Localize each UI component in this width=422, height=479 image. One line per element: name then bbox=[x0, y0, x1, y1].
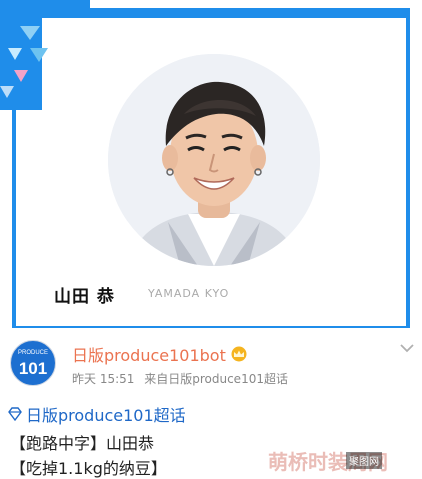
topic-link[interactable]: 日版produce101超话 bbox=[8, 402, 186, 426]
profile-photo bbox=[108, 54, 320, 266]
post-meta: 昨天 15:51 来自日版produce101超话 bbox=[72, 370, 294, 387]
profile-romaji-name: YAMADA KYO bbox=[148, 287, 230, 300]
crown-badge-icon bbox=[231, 346, 247, 362]
avatar-logo-text: PRODUCE bbox=[17, 350, 48, 356]
user-avatar[interactable]: PRODUCE 101 bbox=[10, 340, 56, 386]
post-text-line: 【吃掉1.1kg的纳豆】 bbox=[10, 459, 167, 478]
chevron-down-icon[interactable] bbox=[399, 342, 415, 354]
profile-name: 山田 恭 bbox=[54, 287, 115, 307]
person-portrait-icon bbox=[108, 54, 320, 266]
username-link[interactable]: 日版produce101bot bbox=[72, 342, 248, 366]
post-time: 昨天 15:51 bbox=[72, 372, 135, 386]
post-text-line: 【跑路中字】山田恭 bbox=[10, 434, 155, 453]
watermark-badge: 聚图网 bbox=[346, 452, 382, 469]
diamond-icon bbox=[8, 407, 22, 421]
topic-text: 日版produce101超话 bbox=[26, 406, 186, 425]
profile-card: 山田 恭 YAMADA KYO bbox=[0, 0, 422, 328]
triangle-pattern-decoration bbox=[0, 0, 90, 110]
username-text: 日版produce101bot bbox=[72, 346, 226, 365]
post-source[interactable]: 来自日版produce101超话 bbox=[144, 372, 288, 386]
avatar-logo-number: 101 bbox=[18, 359, 48, 378]
